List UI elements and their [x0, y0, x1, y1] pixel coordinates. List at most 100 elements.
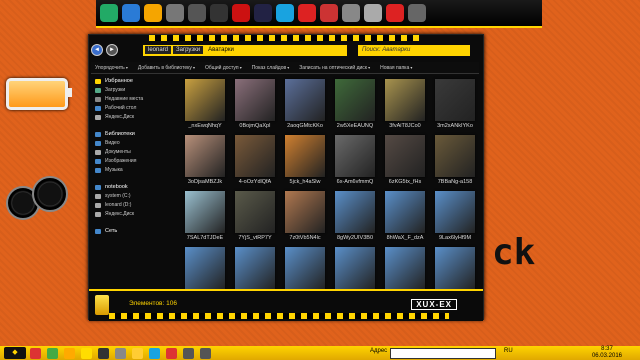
- notes-icon[interactable]: [115, 347, 126, 359]
- file-item[interactable]: _nxEwqNhqY: [177, 79, 233, 129]
- sidebar-item[interactable]: Загрузки: [91, 86, 171, 95]
- breadcrumb-item[interactable]: Загрузки: [173, 46, 204, 54]
- file-item[interactable]: 3m2xANkIYKo: [427, 79, 483, 129]
- file-name: 3fvAiT8JCo0: [389, 123, 421, 129]
- image-icon[interactable]: [183, 347, 194, 359]
- search-input[interactable]: Поиск: Аватарки: [358, 44, 470, 56]
- file-item[interactable]: 7YjS_vtRP7Y: [227, 191, 283, 241]
- file-item[interactable]: 5jck_h4aSlw: [277, 135, 333, 185]
- share-button[interactable]: Общий доступ: [205, 65, 242, 71]
- file-item[interactable]: 6x-Am6vfmmQ: [327, 135, 383, 185]
- close-icon[interactable]: [386, 4, 404, 22]
- file-item[interactable]: [427, 247, 483, 289]
- file-item[interactable]: [277, 247, 333, 289]
- media-icon[interactable]: [64, 347, 75, 359]
- window-top-stripe: [149, 35, 419, 41]
- file-item[interactable]: 8hWaX_F_dzA: [377, 191, 433, 241]
- file-item[interactable]: [377, 247, 433, 289]
- file-item[interactable]: 2w5XeEAUNQ: [327, 79, 383, 129]
- image-thumbnail: [335, 247, 375, 289]
- forward-button[interactable]: ►: [106, 44, 118, 56]
- desktop-text: ck: [492, 232, 536, 273]
- image-thumbnail: [235, 247, 275, 289]
- browser-icon[interactable]: [166, 347, 177, 359]
- file-item[interactable]: [327, 247, 383, 289]
- breadcrumb[interactable]: leonard Загрузки Аватарки: [143, 44, 347, 56]
- clock[interactable]: 8:37 06.03.2016: [592, 346, 622, 360]
- sidebar-item[interactable]: notebook: [91, 183, 171, 192]
- sidebar-item[interactable]: Музыка: [91, 166, 171, 175]
- sidebar-item[interactable]: Избранное: [91, 77, 171, 86]
- chrome-icon[interactable]: [30, 347, 41, 359]
- file-item[interactable]: 7z0tVb5N4lc: [277, 191, 333, 241]
- sidebar-item[interactable]: Яндекс.Диск: [91, 210, 171, 219]
- messenger-icon[interactable]: [144, 4, 162, 22]
- file-item[interactable]: 3fvAiT8JCo0: [377, 79, 433, 129]
- file-item[interactable]: 9Lax6lyHf9M: [427, 191, 483, 241]
- explorer-icon[interactable]: [81, 347, 92, 359]
- sidebar-item[interactable]: Изображения: [91, 157, 171, 166]
- start-button[interactable]: ◆: [4, 347, 26, 359]
- file-item[interactable]: [177, 247, 233, 289]
- breadcrumb-item[interactable]: Аватарки: [205, 46, 237, 54]
- new-folder-button[interactable]: Новая папка: [380, 65, 412, 71]
- file-item[interactable]: 7BBaNg-a158: [427, 135, 483, 185]
- add-to-library-button[interactable]: Добавить в библиотеку: [138, 65, 195, 71]
- file-name: 6x-Am6vfmmQ: [336, 179, 374, 185]
- sidebar-item[interactable]: Документы: [91, 148, 171, 157]
- app-icon[interactable]: [47, 347, 58, 359]
- skull-icon[interactable]: [210, 4, 228, 22]
- skype-icon[interactable]: [149, 347, 160, 359]
- back-button[interactable]: ◄: [91, 44, 103, 56]
- browser-icon[interactable]: [320, 4, 338, 22]
- desktop-icon: [95, 106, 101, 111]
- sidebar-item[interactable]: Рабочий стол: [91, 104, 171, 113]
- folder-icon[interactable]: [132, 347, 143, 359]
- image-thumbnail: [385, 191, 425, 233]
- file-item[interactable]: 3oDjsaMBZJk: [177, 135, 233, 185]
- burn-button[interactable]: Записать на оптический диск: [299, 65, 370, 71]
- battery-gadget[interactable]: [6, 78, 72, 110]
- file-item[interactable]: 7SAL7dTJDeE: [177, 191, 233, 241]
- skype-icon[interactable]: [276, 4, 294, 22]
- desktop-icon[interactable]: [122, 4, 140, 22]
- file-item[interactable]: [227, 247, 283, 289]
- image-thumbnail: [385, 247, 425, 289]
- file-item[interactable]: 4-oOzYdlQfA: [227, 135, 283, 185]
- breadcrumb-item[interactable]: leonard: [145, 46, 172, 54]
- sidebar-item[interactable]: Библиотеки: [91, 130, 171, 139]
- image-thumbnail: [435, 135, 475, 177]
- top-dock: [96, 0, 542, 28]
- file-name: 7SAL7dTJDeE: [186, 235, 224, 241]
- mail-icon[interactable]: [364, 4, 382, 22]
- documents-icon[interactable]: [342, 4, 360, 22]
- sidebar-item-label: Недавние места: [105, 96, 144, 102]
- recycle-bin-icon[interactable]: [408, 4, 426, 22]
- sidebar-item[interactable]: leonard (D:): [91, 201, 171, 210]
- file-item[interactable]: 8gWy2UIV3B0: [327, 191, 383, 241]
- settings-icon[interactable]: [200, 347, 211, 359]
- steam-icon[interactable]: [254, 4, 272, 22]
- sidebar-item[interactable]: Яндекс.Диск: [91, 113, 171, 122]
- sidebar-item-label: leonard (D:): [105, 202, 132, 208]
- address-toolbar-input[interactable]: [390, 348, 496, 359]
- sidebar-item[interactable]: system (C:): [91, 192, 171, 201]
- image-thumbnail: [435, 191, 475, 233]
- file-name: 7z0tVb5N4lc: [289, 235, 321, 241]
- file-item[interactable]: 0BojmQaXpI: [227, 79, 283, 129]
- file-name: 4-oOzYdlQfA: [238, 179, 272, 185]
- sidebar-item[interactable]: Сеть: [91, 227, 171, 236]
- bootcamp-icon[interactable]: [100, 4, 118, 22]
- organize-button[interactable]: Упорядочить: [95, 65, 128, 71]
- player-icon[interactable]: [98, 347, 109, 359]
- notes-icon[interactable]: [166, 4, 184, 22]
- file-item[interactable]: 6zKG5tx_fHs: [377, 135, 433, 185]
- sidebar-item[interactable]: Видео: [91, 139, 171, 148]
- file-item[interactable]: 2aoqGMtcKKo: [277, 79, 333, 129]
- gadget-icon[interactable]: [188, 4, 206, 22]
- sidebar-item[interactable]: Недавние места: [91, 95, 171, 104]
- record-icon[interactable]: [232, 4, 250, 22]
- stop-icon[interactable]: [298, 4, 316, 22]
- language-indicator[interactable]: RU: [504, 348, 513, 354]
- slideshow-button[interactable]: Показ слайдов: [252, 65, 290, 71]
